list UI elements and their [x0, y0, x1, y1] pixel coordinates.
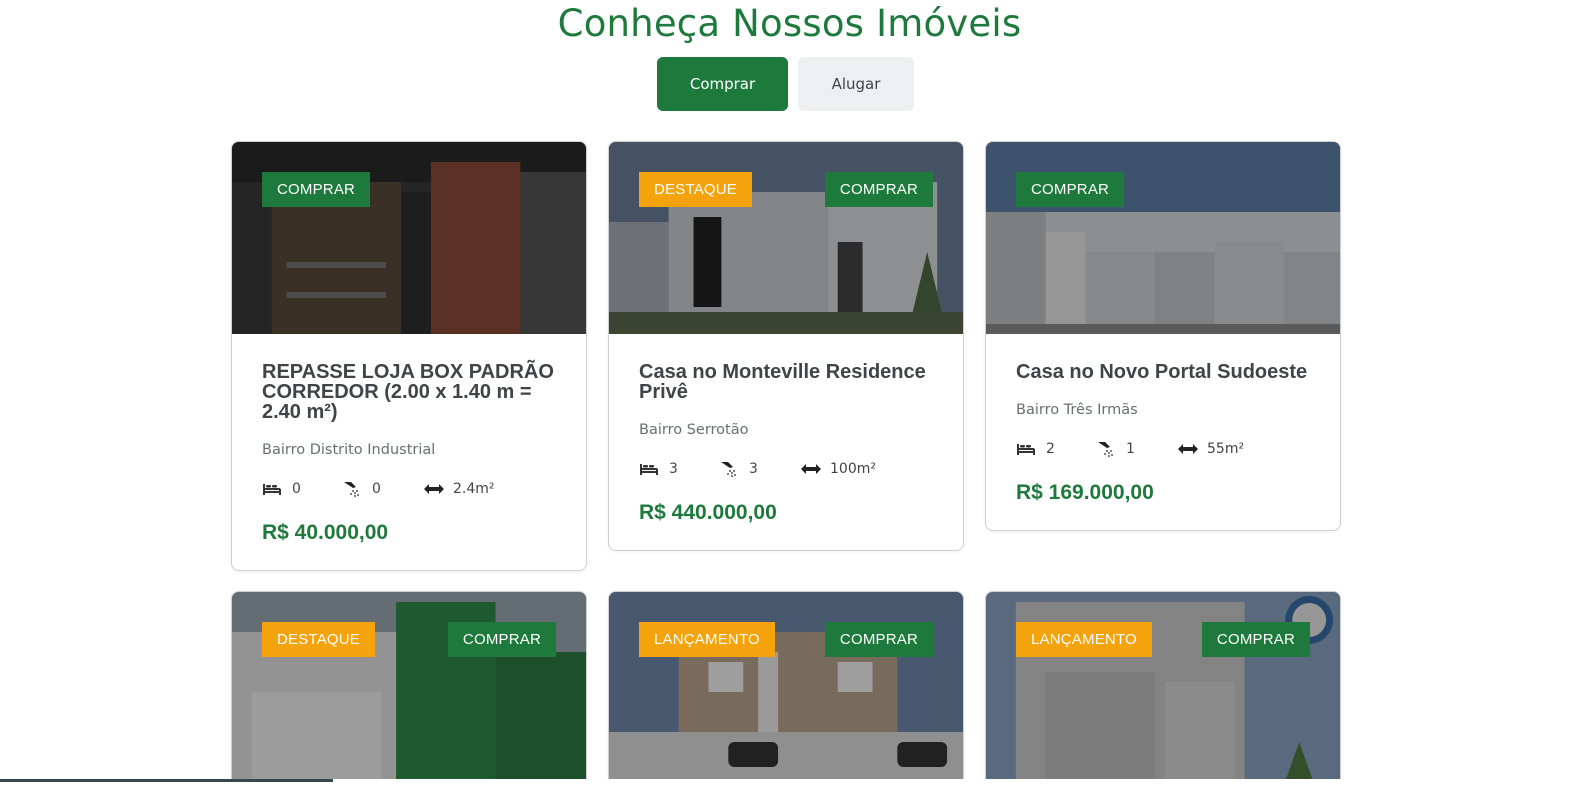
shower-icon	[719, 460, 741, 478]
bottom-divider	[0, 779, 333, 782]
listing-type-toggle: Comprar Alugar	[657, 57, 914, 111]
listing-title[interactable]: REPASSE LOJA BOX PADRÃO CORREDOR (2.00 x…	[262, 362, 556, 422]
buy-badge: COMPRAR	[824, 172, 933, 207]
area: 2.4m²	[423, 480, 495, 498]
featured-badge: DESTAQUE	[639, 172, 753, 207]
area-value: 100m²	[830, 461, 876, 477]
area-arrows-icon	[800, 460, 822, 478]
bathrooms: 3	[719, 460, 800, 478]
bed-icon	[1016, 440, 1038, 458]
listing-photo[interactable]: DESTAQUE COMPRAR	[232, 592, 586, 787]
listing-card[interactable]: LANÇAMENTO COMPRAR	[985, 591, 1341, 787]
buy-filter-button[interactable]: Comprar	[657, 57, 788, 111]
listing-photo[interactable]: COMPRAR	[232, 142, 586, 334]
section-title: Conheça Nossos Imóveis	[557, 2, 1022, 45]
bed-icon	[262, 480, 284, 498]
bathrooms-count: 1	[1126, 441, 1135, 457]
bed-icon	[639, 460, 661, 478]
launch-badge: LANÇAMENTO	[1016, 622, 1152, 657]
listing-features: 2 1 55m²	[1016, 439, 1310, 459]
listing-photo[interactable]: LANÇAMENTO COMPRAR	[609, 592, 963, 787]
buy-badge: COMPRAR	[262, 172, 371, 207]
bathrooms-count: 0	[372, 481, 381, 497]
area: 100m²	[800, 460, 876, 478]
bathrooms-count: 3	[749, 461, 758, 477]
area-value: 2.4m²	[453, 481, 495, 497]
bedrooms-count: 3	[669, 461, 678, 477]
area-value: 55m²	[1207, 441, 1245, 457]
listing-location: Bairro Três Irmãs	[1016, 402, 1138, 418]
listing-title[interactable]: Casa no Novo Portal Sudoeste	[1016, 362, 1310, 382]
listing-photo[interactable]: LANÇAMENTO COMPRAR	[986, 592, 1340, 787]
featured-badge: DESTAQUE	[262, 622, 376, 657]
listing-card[interactable]: COMPRAR Casa no Novo Portal Sudoeste Bai…	[985, 141, 1341, 531]
listing-location: Bairro Distrito Industrial	[262, 442, 436, 458]
buy-badge: COMPRAR	[824, 622, 933, 657]
bedrooms: 2	[1016, 440, 1096, 458]
listing-card[interactable]: DESTAQUE COMPRAR	[231, 591, 587, 787]
shower-icon	[342, 480, 364, 498]
listing-features: 0 0 2.4m²	[262, 479, 556, 499]
listing-price: R$ 169.000,00	[1016, 481, 1154, 504]
listing-card[interactable]: COMPRAR REPASSE LOJA BOX PADRÃO CORREDOR…	[231, 141, 587, 571]
bottom-edge	[0, 779, 1579, 787]
listing-card[interactable]: LANÇAMENTO COMPRAR	[608, 591, 964, 787]
launch-badge: LANÇAMENTO	[639, 622, 775, 657]
area-arrows-icon	[1177, 440, 1199, 458]
buy-badge: COMPRAR	[1201, 622, 1310, 657]
listing-photo[interactable]: DESTAQUE COMPRAR	[609, 142, 963, 334]
buy-badge: COMPRAR	[447, 622, 556, 657]
listing-title[interactable]: Casa no Monteville Residence Privê	[639, 362, 933, 402]
listing-features: 3 3 100m²	[639, 459, 933, 479]
listing-photo[interactable]: COMPRAR	[986, 142, 1340, 334]
bedrooms-count: 2	[1046, 441, 1055, 457]
bedrooms: 0	[262, 480, 342, 498]
rent-filter-button[interactable]: Alugar	[798, 57, 914, 111]
bedrooms-count: 0	[292, 481, 301, 497]
bathrooms: 0	[342, 480, 423, 498]
listing-card[interactable]: DESTAQUE COMPRAR Casa no Monteville Resi…	[608, 141, 964, 551]
listing-price: R$ 40.000,00	[262, 521, 389, 544]
listing-price: R$ 440.000,00	[639, 501, 777, 524]
buy-badge: COMPRAR	[1016, 172, 1125, 207]
shower-icon	[1096, 440, 1118, 458]
listing-location: Bairro Serrotão	[639, 422, 749, 438]
area: 55m²	[1177, 440, 1244, 458]
area-arrows-icon	[423, 480, 445, 498]
bathrooms: 1	[1096, 440, 1177, 458]
bedrooms: 3	[639, 460, 719, 478]
